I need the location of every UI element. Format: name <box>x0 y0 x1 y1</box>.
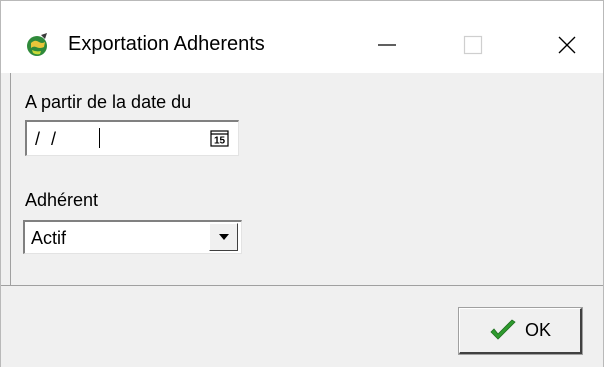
adherent-select-value: Actif <box>31 228 67 248</box>
maximize-button[interactable] <box>450 23 496 67</box>
left-divider <box>10 73 11 285</box>
adherent-select[interactable]: Actif <box>23 220 242 254</box>
dropdown-arrow-button[interactable] <box>209 223 238 251</box>
form-area: A partir de la date du / / 15 Adhérent A… <box>1 73 603 285</box>
calendar-icon-text: 15 <box>214 136 226 147</box>
date-label: A partir de la date du <box>25 92 192 112</box>
checkmark-icon <box>490 318 516 340</box>
titlebar[interactable]: Exportation Adherents <box>1 1 603 73</box>
footer-bar: OK <box>1 285 603 367</box>
app-globe-icon <box>27 33 47 56</box>
close-button[interactable] <box>544 23 590 67</box>
close-icon <box>558 36 576 54</box>
window-title: Exportation Adherents <box>68 33 265 55</box>
ok-button-label: OK <box>524 320 551 340</box>
adherent-label: Adhérent <box>25 190 99 210</box>
calendar-icon[interactable]: 15 <box>210 128 230 148</box>
text-caret <box>99 128 100 148</box>
ok-button[interactable]: OK <box>458 307 583 355</box>
chevron-down-icon <box>218 234 229 240</box>
minimize-button[interactable] <box>364 23 410 67</box>
date-input-value[interactable]: / / <box>35 129 59 150</box>
export-dialog-window: Exportation Adherents A partir de la dat… <box>0 0 604 367</box>
maximize-icon <box>463 35 483 55</box>
date-input[interactable]: / / 15 <box>25 120 239 156</box>
minimize-icon <box>378 44 396 46</box>
